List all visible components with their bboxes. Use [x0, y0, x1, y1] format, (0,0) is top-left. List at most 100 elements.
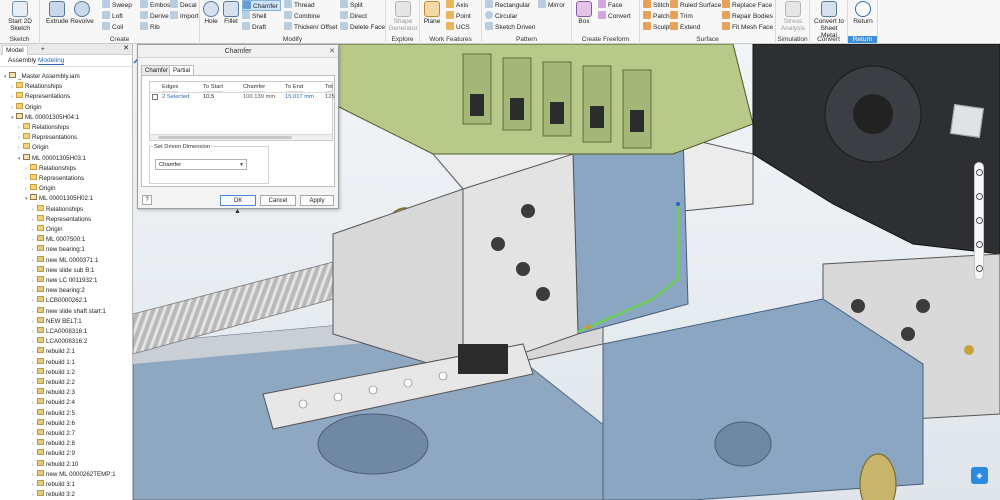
- set-driven-dimension-select[interactable]: Chamfer ▼: [155, 159, 247, 170]
- return-button[interactable]: Return: [850, 1, 876, 25]
- apply-button[interactable]: Apply: [300, 195, 334, 206]
- tree-node[interactable]: › rebuild 2:7: [32, 429, 75, 438]
- loft-button[interactable]: Loft: [102, 11, 123, 22]
- split-button[interactable]: Split: [340, 0, 363, 11]
- sketch-driven-pattern-button[interactable]: Sketch Driven: [485, 22, 535, 33]
- ok-button[interactable]: OK: [220, 195, 256, 206]
- tree-node[interactable]: › Origin: [11, 102, 42, 112]
- fillet-button[interactable]: Fillet: [222, 1, 240, 25]
- freeform-box-button[interactable]: Box: [574, 1, 594, 25]
- sculpt-button[interactable]: Sculpt: [643, 22, 671, 33]
- view-cube[interactable]: [950, 104, 984, 138]
- extend-button[interactable]: Extend: [670, 22, 700, 33]
- orbit-icon[interactable]: [976, 241, 983, 248]
- tree-node[interactable]: › Representations: [11, 92, 70, 101]
- tree-node[interactable]: › rebuild 2:6: [32, 418, 75, 428]
- tree-node[interactable]: › Representations: [25, 174, 84, 183]
- revolve-button[interactable]: Revolve: [70, 1, 94, 25]
- zoom-icon[interactable]: [976, 217, 983, 224]
- tree-node[interactable]: › new slide shaft start:1: [32, 306, 106, 316]
- tree-node[interactable]: › new ML 0000371:1: [32, 255, 98, 265]
- delete-face-button[interactable]: Delete Face: [340, 22, 385, 33]
- tree-node[interactable]: ▾ ML 00001305H03:1: [18, 153, 86, 163]
- pan-icon[interactable]: [976, 193, 983, 200]
- trim-button[interactable]: Trim: [670, 11, 693, 22]
- tree-node[interactable]: › rebuild 2:9: [32, 449, 75, 458]
- tab-add[interactable]: +: [38, 45, 48, 55]
- draft-button[interactable]: Draft: [242, 22, 266, 33]
- tree-node[interactable]: › Relationships: [32, 204, 83, 214]
- repair-bodies-button[interactable]: Repair Bodies: [722, 11, 773, 22]
- chamfer-button[interactable]: Chamfer: [242, 0, 281, 11]
- tree-node[interactable]: › new slide sub B:1: [32, 265, 95, 275]
- circular-pattern-button[interactable]: Circular: [485, 11, 517, 22]
- browser-close-icon[interactable]: ✕: [123, 44, 129, 52]
- rib-button[interactable]: Rib: [140, 22, 160, 33]
- shape-generator-button[interactable]: Shape Generator: [387, 1, 419, 32]
- freeform-face-button[interactable]: Face: [598, 0, 622, 11]
- direct-button[interactable]: Direct: [340, 11, 367, 22]
- mode-modeling[interactable]: Modeling: [38, 57, 65, 65]
- close-icon[interactable]: ✕: [329, 45, 335, 58]
- cell-to-end[interactable]: 15.017 mm: [285, 93, 314, 102]
- tree-node[interactable]: › new bearing:1: [32, 245, 85, 254]
- start-2d-sketch-button[interactable]: Start 2D Sketch: [4, 1, 36, 32]
- coil-button[interactable]: Coil: [102, 22, 123, 33]
- axis-button[interactable]: Axis: [446, 0, 468, 11]
- tree-node[interactable]: › LCA0008316:1: [32, 327, 87, 336]
- tree-node[interactable]: › rebuild 2:4: [32, 398, 75, 407]
- look-at-icon[interactable]: [976, 265, 983, 272]
- fit-mesh-face-button[interactable]: Fit Mesh Face: [722, 22, 773, 33]
- replace-face-button[interactable]: Replace Face: [722, 0, 772, 11]
- tree-node[interactable]: › rebuild 2:10: [32, 459, 78, 469]
- tree-node[interactable]: › Relationships: [25, 163, 76, 173]
- tree-node[interactable]: › rebuild 3:1: [32, 480, 75, 489]
- dialog-collapse-icon[interactable]: ▲: [234, 208, 241, 215]
- grid-horizontal-scrollbar[interactable]: [150, 134, 332, 140]
- tree-node[interactable]: › rebuild 2:8: [32, 439, 75, 448]
- cell-to-start[interactable]: 10.5: [203, 93, 214, 102]
- freeform-convert-button[interactable]: Convert: [598, 11, 631, 22]
- shell-button[interactable]: Shell: [242, 11, 266, 22]
- cancel-button[interactable]: Cancel: [260, 195, 296, 206]
- ucs-button[interactable]: UCS: [446, 22, 470, 33]
- extrude-button[interactable]: Extrude: [46, 1, 68, 25]
- steering-wheel-icon[interactable]: [976, 169, 983, 176]
- combine-button[interactable]: Combine: [284, 11, 320, 22]
- derive-button[interactable]: Derive: [140, 11, 169, 22]
- thicken-offset-button[interactable]: Thicken/ Offset: [284, 22, 338, 33]
- convert-to-sheet-metal-button[interactable]: Convert to Sheet Metal: [812, 1, 846, 39]
- mirror-button[interactable]: Mirror: [538, 0, 565, 11]
- tree-node[interactable]: › rebuild 2:5: [32, 408, 75, 418]
- tree-node[interactable]: › rebuild 2:2: [32, 378, 75, 387]
- tree-node[interactable]: › rebuild 2:1: [32, 347, 75, 356]
- cell-edges[interactable]: 2 Selected: [162, 93, 189, 102]
- dialog-title-bar[interactable]: Chamfer ✕: [138, 45, 338, 58]
- help-icon[interactable]: ?: [142, 195, 152, 205]
- tree-node[interactable]: › Origin: [32, 225, 63, 234]
- tree-node[interactable]: › Relationships: [18, 123, 69, 132]
- tree-node[interactable]: › NEW BELT:1: [32, 316, 82, 326]
- tree-node[interactable]: › rebuild 1:1: [32, 357, 75, 367]
- tab-model[interactable]: Model: [2, 45, 28, 55]
- plane-button[interactable]: Plane: [422, 1, 442, 25]
- tab-partial[interactable]: Partial: [169, 65, 195, 75]
- tree-node[interactable]: › new ML 0000262TEMP:1: [32, 469, 116, 479]
- ruled-surface-button[interactable]: Ruled Surface: [670, 0, 721, 11]
- cell-chamfer[interactable]: 100.139 mm: [243, 93, 275, 102]
- tree-node[interactable]: › ML 0007500:1: [32, 235, 85, 244]
- scrollbar-thumb[interactable]: [158, 136, 292, 139]
- tree-node[interactable]: › Origin: [25, 184, 56, 193]
- cell-total[interactable]: 125: [325, 93, 335, 102]
- patch-button[interactable]: Patch: [643, 11, 670, 22]
- thread-button[interactable]: Thread: [284, 0, 315, 11]
- navigation-bar[interactable]: [974, 162, 984, 280]
- hole-button[interactable]: Hole: [202, 1, 220, 25]
- tree-node[interactable]: › LCB0000262:1: [32, 296, 87, 305]
- tree-node[interactable]: › rebuild 3:2: [32, 490, 75, 499]
- tree-node[interactable]: › Origin: [18, 143, 49, 152]
- tree-node[interactable]: › Representations: [32, 214, 91, 224]
- sweep-button[interactable]: Sweep: [102, 0, 132, 11]
- tree-node[interactable]: ▾ ML 00001305H02:1: [25, 194, 93, 203]
- tree-node[interactable]: › LCA0008316:2: [32, 337, 87, 346]
